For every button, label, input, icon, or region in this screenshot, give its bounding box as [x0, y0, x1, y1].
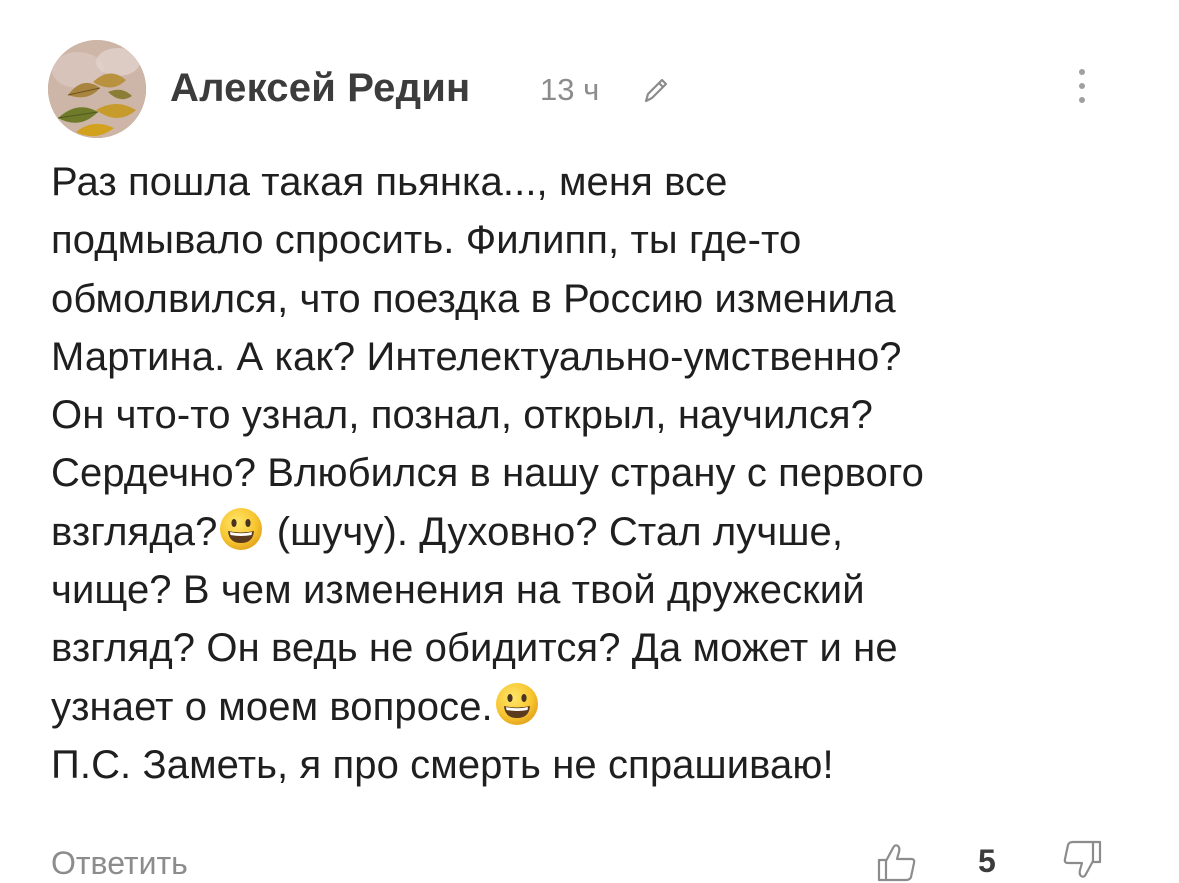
pencil-icon — [644, 78, 668, 103]
comment-body: Раз пошла такая пьянка..., меня все подм… — [51, 153, 1141, 794]
comment-line: Мартина. А как? Интелектуально-умственно… — [51, 334, 902, 379]
comment-line: Он что-то узнал, познал, открыл, научилс… — [51, 393, 874, 438]
reply-button[interactable]: Ответить — [51, 845, 188, 882]
comment-line: П.С. Заметь, я про смерть не спрашиваю! — [51, 742, 834, 787]
comment-line: Раз пошла такая пьянка..., меня все — [51, 160, 728, 204]
thumbs-up-icon[interactable] — [875, 840, 919, 883]
comment-line: Сердечно? Влюбился в нашу страну с перво… — [51, 451, 925, 496]
user-avatar[interactable] — [48, 40, 146, 138]
comment-line: узнает о моем вопросе. — [51, 678, 1141, 736]
comment-line: взгляда? (шучу). Духовно? Стал лучше, — [51, 503, 1141, 561]
author-name[interactable]: Алексей Редин — [170, 66, 470, 111]
comment-line: взгляд? Он ведь не обидится? Да может и … — [51, 626, 898, 671]
grinning-face-emoji-icon — [495, 682, 538, 725]
thumbs-down-icon[interactable] — [1060, 838, 1104, 882]
comment-line: подмывало спросить. Филипп, ты где-то — [51, 218, 802, 263]
comment-timestamp: 13 ч — [540, 72, 600, 107]
comment-text-fragment: взгляда? — [51, 509, 218, 554]
likes-count: 5 — [978, 843, 996, 879]
comment-text-fragment: (шучу). Духовно? Стал лучше, — [265, 509, 844, 554]
avatar-leaves-image — [48, 40, 146, 138]
comment-line: обмолвился, что поездка в Россию изменил… — [51, 276, 896, 321]
comment-line: чище? В чем изменения на твой дружеский — [51, 568, 865, 613]
comment-card: Алексей Редин 13 ч Раз пошла такая пьянк… — [0, 0, 1179, 883]
comment-text-fragment: узнает о моем вопросе. — [51, 684, 493, 729]
grinning-face-emoji-icon — [220, 507, 263, 550]
vertical-dots-icon[interactable] — [1070, 64, 1094, 108]
